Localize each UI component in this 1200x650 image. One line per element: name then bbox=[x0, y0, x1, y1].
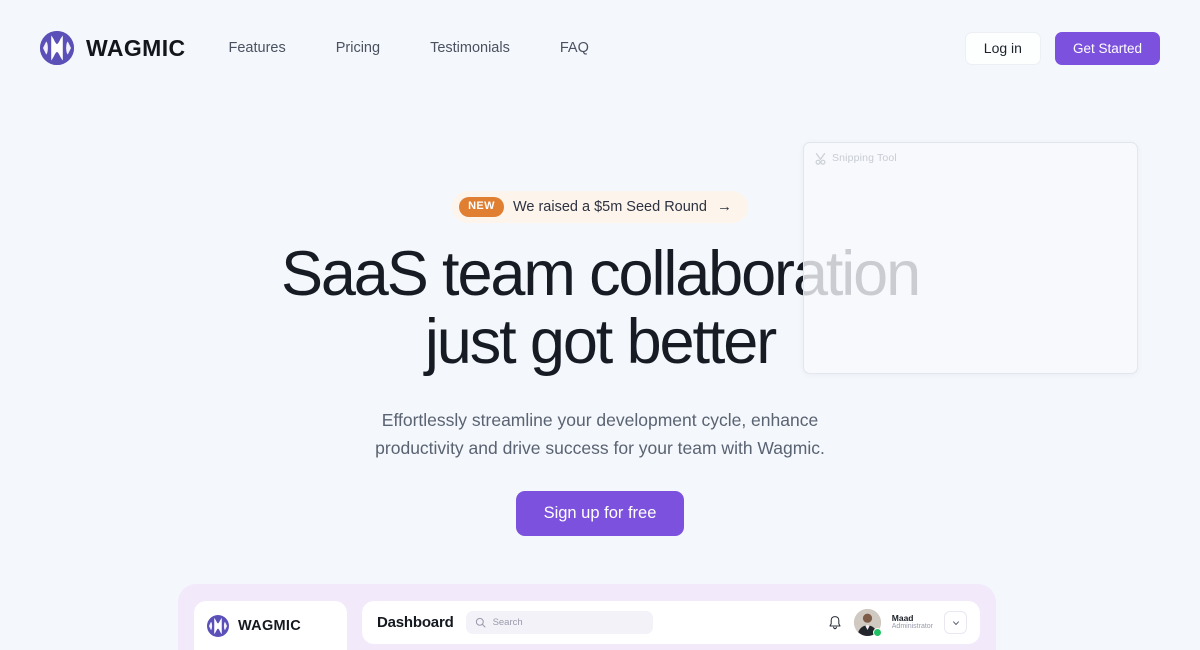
log-in-button[interactable]: Log in bbox=[964, 31, 1041, 65]
top-navbar: WAGMIC Features Pricing Testimonials FAQ… bbox=[0, 0, 1200, 96]
nav-actions: Log in Get Started bbox=[964, 31, 1160, 65]
arrow-right-icon: → bbox=[716, 198, 732, 216]
brand-name: WAGMIC bbox=[86, 34, 186, 61]
hero-cta-row: Sign up for free bbox=[0, 490, 1200, 536]
nav-link-pricing[interactable]: Pricing bbox=[336, 32, 380, 64]
dashboard-page-title: Dashboard bbox=[377, 614, 454, 631]
user-name: Maad bbox=[891, 613, 914, 624]
user-menu-button[interactable] bbox=[944, 611, 967, 634]
user-info: Maad Administrator bbox=[892, 613, 933, 632]
announcement-new-badge: NEW bbox=[459, 197, 504, 217]
brand-logo[interactable]: WAGMIC bbox=[40, 31, 186, 65]
announcement-text: We raised a $5m Seed Round bbox=[512, 198, 707, 215]
user-role: Administrator bbox=[891, 623, 933, 631]
snipping-tool-titlebar: Snipping Tool bbox=[804, 143, 1137, 173]
dashboard-topbar: Dashboard Search Maad Administrator bbox=[362, 601, 980, 644]
wagmic-circle-logo-icon bbox=[40, 31, 74, 65]
dashboard-sidebar: WAGMIC bbox=[194, 601, 347, 650]
dashboard-sidebar-brand[interactable]: WAGMIC bbox=[207, 615, 334, 637]
nav-link-faq[interactable]: FAQ bbox=[560, 32, 589, 64]
nav-link-testimonials[interactable]: Testimonials bbox=[430, 32, 510, 64]
dashboard-topbar-right: Maad Administrator bbox=[827, 609, 967, 637]
search-icon bbox=[475, 617, 486, 628]
announcement-banner[interactable]: NEW We raised a $5m Seed Round → bbox=[452, 191, 748, 223]
get-started-button[interactable]: Get Started bbox=[1054, 31, 1160, 65]
primary-nav: Features Pricing Testimonials FAQ bbox=[229, 32, 589, 64]
hero-subheading: Effortlessly streamline your development… bbox=[0, 406, 1200, 463]
hero-subheading-line-1: Effortlessly streamline your development… bbox=[381, 410, 819, 431]
snipping-tool-icon bbox=[814, 152, 827, 165]
dashboard-brand-name: WAGMIC bbox=[238, 618, 302, 634]
dashboard-search-input[interactable]: Search bbox=[465, 611, 653, 634]
dashboard-preview: WAGMIC Dashboard Search Maad Administrat… bbox=[178, 584, 996, 650]
wagmic-circle-logo-icon bbox=[207, 615, 229, 637]
notification-bell-icon[interactable] bbox=[827, 615, 843, 631]
dashboard-search-placeholder: Search bbox=[492, 617, 523, 628]
chevron-down-icon bbox=[951, 618, 961, 628]
snipping-tool-window[interactable]: Snipping Tool bbox=[803, 142, 1138, 374]
sign-up-for-free-button[interactable]: Sign up for free bbox=[515, 490, 685, 536]
nav-link-features[interactable]: Features bbox=[229, 32, 286, 64]
hero-subheading-line-2: productivity and drive success for your … bbox=[375, 438, 825, 459]
snipping-tool-title: Snipping Tool bbox=[832, 152, 897, 164]
user-avatar[interactable] bbox=[853, 609, 882, 637]
dashboard-main: Dashboard Search Maad Administrator bbox=[362, 601, 980, 650]
online-status-indicator bbox=[872, 628, 882, 637]
